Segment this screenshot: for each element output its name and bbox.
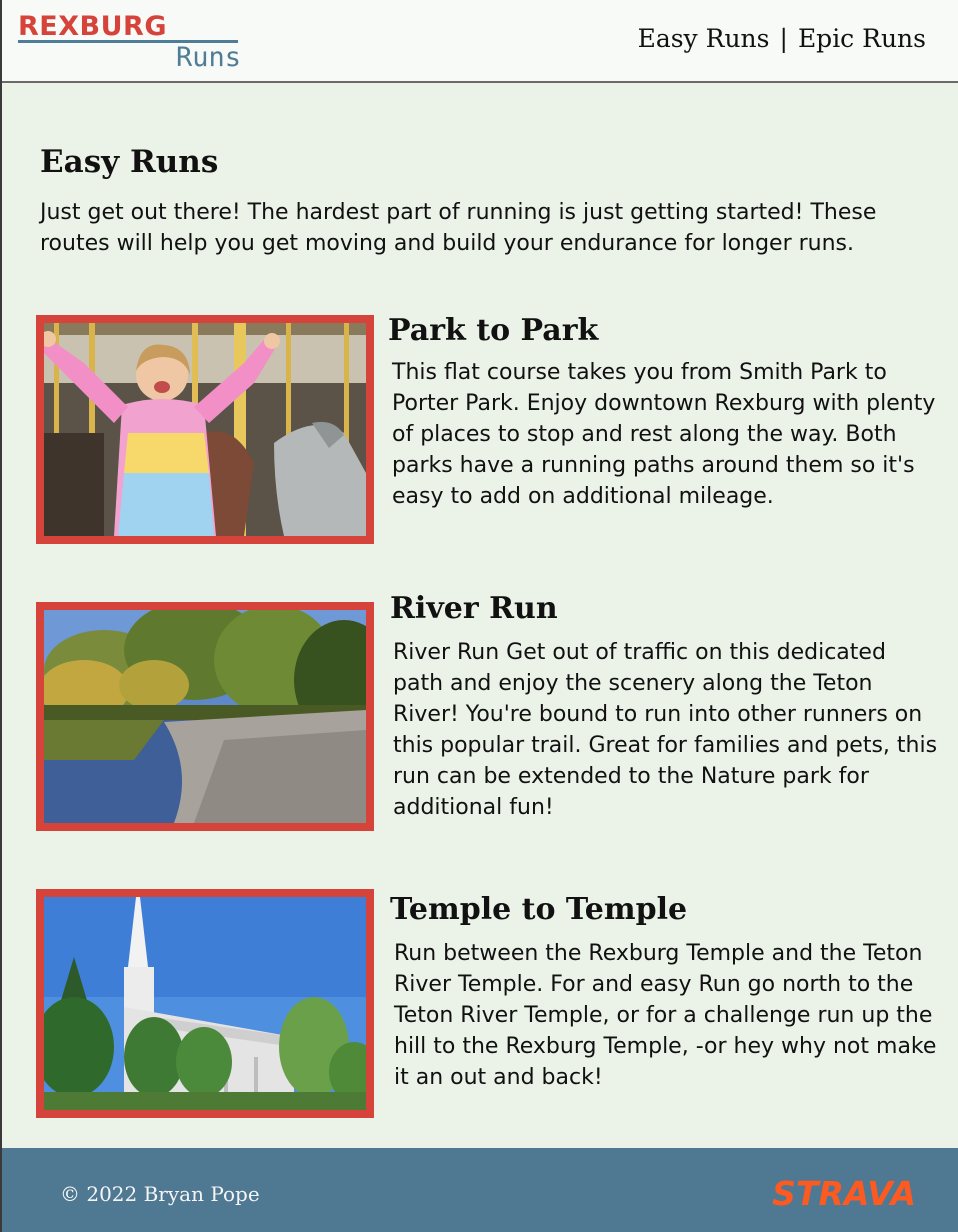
main-nav: Easy Runs | Epic Runs (638, 24, 926, 53)
nav-link-epic-runs[interactable]: Epic Runs (798, 24, 926, 53)
route-title-park-to-park: Park to Park (388, 313, 599, 348)
route-description-temple-to-temple: Run between the Rexburg Temple and the T… (394, 941, 937, 1090)
logo-wordmark-top: REXBURG (18, 11, 168, 42)
route-description-park-to-park: This flat course takes you from Smith Pa… (392, 360, 936, 509)
route-title-temple-to-temple: Temple to Temple (390, 892, 688, 927)
copyright-text: © 2022 Bryan Pope (60, 1182, 260, 1206)
route-description-river-run: River Run Get out of traffic on this ded… (393, 640, 938, 820)
temple-photo (36, 889, 374, 1118)
river-photo (36, 602, 374, 831)
nav-separator: | (779, 24, 788, 53)
page-intro: Just get out there! The hardest part of … (40, 200, 877, 256)
carousel-girl-photo (36, 315, 374, 544)
logo-wordmark-bottom: Runs (176, 42, 242, 73)
nav-link-easy-runs[interactable]: Easy Runs (638, 24, 770, 53)
strava-logo-link[interactable]: STRAVA (772, 1174, 916, 1213)
route-title-river-run: River Run (390, 591, 558, 626)
page-title: Easy Runs (40, 144, 219, 180)
site-header: REXBURG Runs Easy Runs | Epic Runs (2, 0, 958, 83)
site-footer: © 2022 Bryan Pope STRAVA (2, 1148, 958, 1232)
page-left-border (0, 0, 2, 1232)
site-logo[interactable]: REXBURG Runs (18, 10, 242, 78)
